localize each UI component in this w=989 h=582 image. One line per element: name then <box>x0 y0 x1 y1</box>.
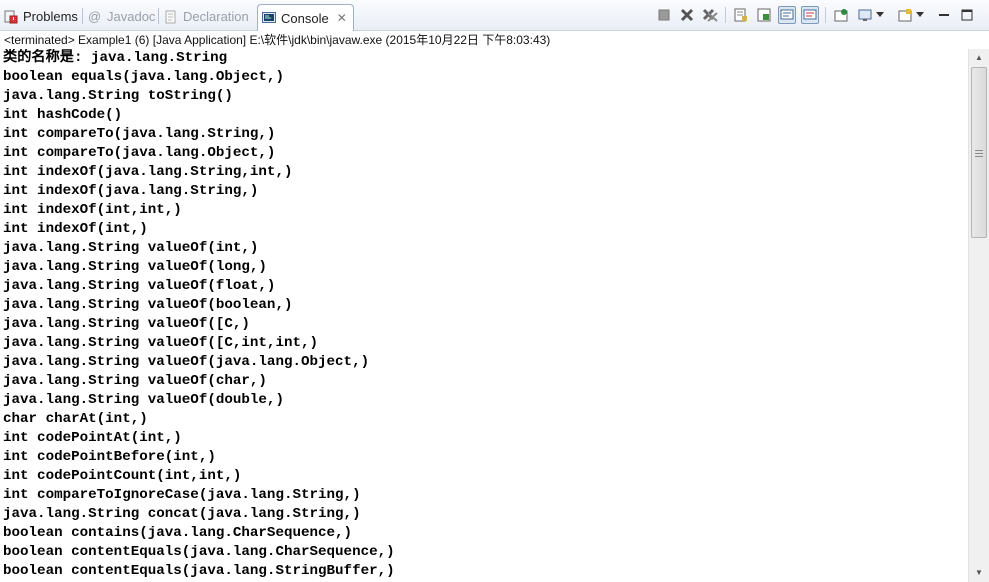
tab-label: Problems <box>23 9 78 24</box>
vertical-scrollbar[interactable]: ▲ ▼ <box>968 49 989 582</box>
view-tab-bar: Problems @ Javadoc Declaration Console ✕ <box>0 0 989 31</box>
process-status-line: <terminated> Example1 (6) [Java Applicat… <box>4 33 551 47</box>
maximize-icon[interactable] <box>958 6 976 24</box>
console-line: java.lang.String valueOf(float,) <box>3 278 276 294</box>
minimize-icon[interactable] <box>935 6 953 24</box>
scroll-lock-icon[interactable] <box>755 6 773 24</box>
clear-console-icon[interactable] <box>732 6 750 24</box>
tab-separator <box>158 8 159 24</box>
console-line: boolean contains(java.lang.CharSequence,… <box>3 525 353 541</box>
tab-declaration[interactable]: Declaration <box>164 4 249 29</box>
console-line: boolean equals(java.lang.Object,) <box>3 69 284 85</box>
console-output[interactable]: 类的名称是: java.lang.String boolean equals(ja… <box>0 49 968 582</box>
tab-separator <box>82 8 83 24</box>
console-line: int codePointCount(int,int,) <box>3 468 242 484</box>
console-line: java.lang.String valueOf(long,) <box>3 259 267 275</box>
console-line: int codePointBefore(int,) <box>3 449 216 465</box>
scroll-up-icon[interactable]: ▲ <box>969 50 989 66</box>
scroll-down-icon[interactable]: ▼ <box>969 565 989 581</box>
tab-label: Javadoc <box>107 9 156 24</box>
toolbar-separator <box>825 7 826 23</box>
console-line: int codePointAt(int,) <box>3 430 182 446</box>
terminate-icon[interactable] <box>655 6 673 24</box>
console-line: java.lang.String valueOf(int,) <box>3 240 259 256</box>
problems-icon <box>4 10 18 24</box>
tab-label: Declaration <box>183 9 249 24</box>
declaration-icon <box>164 10 178 24</box>
console-line: int compareToIgnoreCase(java.lang.String… <box>3 487 361 503</box>
console-line: int indexOf(java.lang.String,) <box>3 183 259 199</box>
console-line: int hashCode() <box>3 107 123 123</box>
display-selected-console-icon[interactable] <box>856 6 874 24</box>
grip-icon <box>975 150 983 157</box>
tab-problems[interactable]: Problems <box>4 4 78 29</box>
close-icon[interactable]: ✕ <box>337 11 347 25</box>
console-line: int indexOf(int,) <box>3 221 148 237</box>
open-console-icon[interactable] <box>896 6 914 24</box>
console-line: java.lang.String valueOf(char,) <box>3 373 267 389</box>
console-line: int compareTo(java.lang.String,) <box>3 126 276 142</box>
console-line: int indexOf(java.lang.String,int,) <box>3 164 293 180</box>
scrollbar-thumb[interactable] <box>971 67 987 238</box>
tab-label: Console <box>281 10 329 26</box>
chevron-down-icon[interactable] <box>874 6 886 24</box>
console-line: int compareTo(java.lang.Object,) <box>3 145 276 161</box>
console-line: java.lang.String valueOf(boolean,) <box>3 297 293 313</box>
show-on-stderr-icon[interactable] <box>801 6 819 24</box>
show-on-stdout-icon[interactable] <box>778 6 796 24</box>
console-line: int indexOf(int,int,) <box>3 202 182 218</box>
console-line: java.lang.String toString() <box>3 88 233 104</box>
console-line: boolean contentEquals(java.lang.CharSequ… <box>3 544 395 560</box>
console-line: char charAt(int,) <box>3 411 148 427</box>
javadoc-icon: @ <box>88 8 102 24</box>
pin-console-icon[interactable] <box>832 6 850 24</box>
console-line: 类的名称是: java.lang.String <box>3 50 228 66</box>
console-line: java.lang.String valueOf(double,) <box>3 392 284 408</box>
console-line: java.lang.String concat(java.lang.String… <box>3 506 361 522</box>
toolbar-separator <box>725 7 726 23</box>
console-line: java.lang.String valueOf(java.lang.Objec… <box>3 354 370 370</box>
console-icon <box>262 11 276 25</box>
console-line: java.lang.String valueOf([C,) <box>3 316 250 332</box>
tab-javadoc[interactable]: @ Javadoc <box>88 4 155 29</box>
remove-all-terminated-icon[interactable] <box>701 6 719 24</box>
tab-console[interactable]: Console ✕ <box>257 4 354 31</box>
console-line: java.lang.String valueOf([C,int,int,) <box>3 335 319 351</box>
remove-launch-icon[interactable] <box>678 6 696 24</box>
chevron-down-icon[interactable] <box>914 6 926 24</box>
console-line: boolean contentEquals(java.lang.StringBu… <box>3 563 395 579</box>
